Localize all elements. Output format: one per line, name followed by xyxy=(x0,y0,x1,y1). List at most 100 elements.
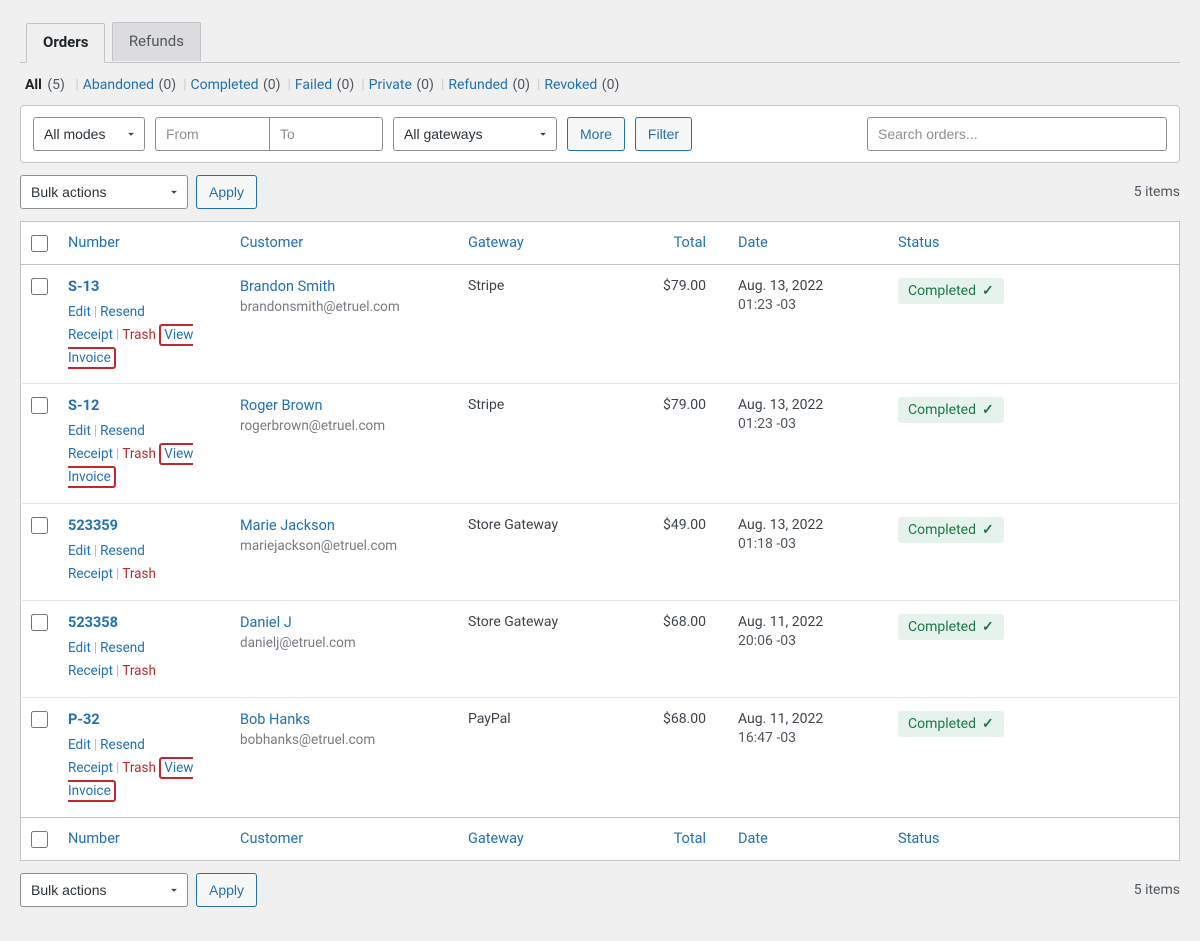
customer-email: danielj@etruel.com xyxy=(240,635,448,651)
row-checkbox[interactable] xyxy=(31,711,48,728)
more-button[interactable]: More xyxy=(567,117,625,151)
order-number[interactable]: 523358 xyxy=(68,614,118,631)
trash-link[interactable]: Trash xyxy=(122,446,156,462)
date-from-input[interactable] xyxy=(155,117,269,151)
col-date[interactable]: Date xyxy=(728,222,888,265)
customer-name[interactable]: Brandon Smith xyxy=(240,278,335,295)
tab-refunds[interactable]: Refunds xyxy=(112,22,201,61)
col-status-foot[interactable]: Status xyxy=(888,817,1180,860)
row-actions: Edit|Resend Receipt|Trash xyxy=(68,637,218,683)
select-all-top[interactable] xyxy=(31,235,48,252)
row-actions: Edit|Resend Receipt|Trash xyxy=(68,540,218,586)
order-number[interactable]: S-12 xyxy=(68,397,99,414)
filter-toolbar: All modes All gateways More Filter xyxy=(20,105,1180,163)
apply-button-bottom[interactable]: Apply xyxy=(196,873,257,907)
trash-link[interactable]: Trash xyxy=(122,663,156,679)
filter-count: (0) xyxy=(602,77,620,93)
edit-link[interactable]: Edit xyxy=(68,737,91,753)
tablenav-bottom: Bulk actions Apply 5 items xyxy=(20,873,1180,907)
order-number[interactable]: P-32 xyxy=(68,711,100,728)
row-actions: Edit|Resend Receipt|Trash View Invoice xyxy=(68,734,218,803)
date-cell: Aug. 13, 202201:23 -03 xyxy=(728,264,888,384)
filter-count: (0) xyxy=(512,77,530,93)
trash-link[interactable]: Trash xyxy=(122,760,156,776)
filter-link[interactable]: Abandoned xyxy=(83,77,154,93)
col-total[interactable]: Total xyxy=(628,222,728,265)
tablenav-top: Bulk actions Apply 5 items xyxy=(20,175,1180,209)
table-row: P-32 Edit|Resend Receipt|Trash View Invoi… xyxy=(21,698,1180,818)
select-all-bottom[interactable] xyxy=(31,831,48,848)
filter-count: (0) xyxy=(337,77,355,93)
total-cell: $68.00 xyxy=(628,601,728,698)
date-cell: Aug. 11, 202216:47 -03 xyxy=(728,698,888,818)
filter-count: (0) xyxy=(416,77,434,93)
gateway-cell: Stripe xyxy=(458,264,628,384)
check-icon: ✓ xyxy=(982,402,994,418)
filter-link[interactable]: Private xyxy=(369,77,412,93)
edit-link[interactable]: Edit xyxy=(68,640,91,656)
gateways-select[interactable]: All gateways xyxy=(393,117,557,151)
date-cell: Aug. 13, 202201:18 -03 xyxy=(728,504,888,601)
customer-email: brandonsmith@etruel.com xyxy=(240,299,448,315)
search-input[interactable] xyxy=(867,117,1167,151)
edit-link[interactable]: Edit xyxy=(68,543,91,559)
total-cell: $49.00 xyxy=(628,504,728,601)
filter-link[interactable]: Failed xyxy=(295,77,332,93)
date-cell: Aug. 13, 202201:23 -03 xyxy=(728,384,888,504)
bulk-actions-select-bottom[interactable]: Bulk actions xyxy=(20,873,188,907)
customer-email: mariejackson@etruel.com xyxy=(240,538,448,554)
edit-link[interactable]: Edit xyxy=(68,423,91,439)
trash-link[interactable]: Trash xyxy=(122,327,156,343)
table-row: S-13 Edit|Resend Receipt|Trash View Invoi… xyxy=(21,264,1180,384)
total-cell: $79.00 xyxy=(628,264,728,384)
date-to-input[interactable] xyxy=(269,117,383,151)
row-checkbox[interactable] xyxy=(31,614,48,631)
customer-name[interactable]: Roger Brown xyxy=(240,397,323,414)
customer-email: rogerbrown@etruel.com xyxy=(240,418,448,434)
col-number-foot[interactable]: Number xyxy=(58,817,230,860)
gateway-cell: Stripe xyxy=(458,384,628,504)
check-icon: ✓ xyxy=(982,716,994,732)
col-date-foot[interactable]: Date xyxy=(728,817,888,860)
filter-link[interactable]: Revoked xyxy=(544,77,597,93)
col-total-foot[interactable]: Total xyxy=(628,817,728,860)
row-checkbox[interactable] xyxy=(31,278,48,295)
filter-link[interactable]: Completed xyxy=(191,77,259,93)
bulk-actions-select-top[interactable]: Bulk actions xyxy=(20,175,188,209)
total-cell: $79.00 xyxy=(628,384,728,504)
filter-link[interactable]: Refunded xyxy=(448,77,508,93)
edit-link[interactable]: Edit xyxy=(68,304,91,320)
col-gateway[interactable]: Gateway xyxy=(458,222,628,265)
modes-select[interactable]: All modes xyxy=(33,117,145,151)
col-customer-foot[interactable]: Customer xyxy=(230,817,458,860)
filter-all-count: (5) xyxy=(47,77,65,93)
status-badge: Completed ✓ xyxy=(898,397,1004,423)
customer-name[interactable]: Daniel J xyxy=(240,614,292,631)
items-count-bottom: 5 items xyxy=(1134,882,1180,898)
col-gateway-foot[interactable]: Gateway xyxy=(458,817,628,860)
order-number[interactable]: S-13 xyxy=(68,278,99,295)
items-count-top: 5 items xyxy=(1134,184,1180,200)
customer-name[interactable]: Bob Hanks xyxy=(240,711,310,728)
trash-link[interactable]: Trash xyxy=(122,566,156,582)
table-row: 523359 Edit|Resend Receipt|Trash Marie Jac… xyxy=(21,504,1180,601)
row-actions: Edit|Resend Receipt|Trash View Invoice xyxy=(68,301,218,370)
table-row: S-12 Edit|Resend Receipt|Trash View Invoi… xyxy=(21,384,1180,504)
apply-button-top[interactable]: Apply xyxy=(196,175,257,209)
row-checkbox[interactable] xyxy=(31,517,48,534)
row-checkbox[interactable] xyxy=(31,397,48,414)
gateway-cell: Store Gateway xyxy=(458,601,628,698)
status-badge: Completed ✓ xyxy=(898,614,1004,640)
filter-button[interactable]: Filter xyxy=(635,117,692,151)
row-actions: Edit|Resend Receipt|Trash View Invoice xyxy=(68,420,218,489)
filter-count: (0) xyxy=(263,77,281,93)
col-number[interactable]: Number xyxy=(58,222,230,265)
table-row: 523358 Edit|Resend Receipt|Trash Daniel J d… xyxy=(21,601,1180,698)
col-customer[interactable]: Customer xyxy=(230,222,458,265)
orders-table: Number Customer Gateway Total Date Statu… xyxy=(20,221,1180,861)
tab-orders[interactable]: Orders xyxy=(26,23,105,63)
filter-all[interactable]: All xyxy=(25,77,42,93)
customer-name[interactable]: Marie Jackson xyxy=(240,517,335,534)
order-number[interactable]: 523359 xyxy=(68,517,118,534)
col-status[interactable]: Status xyxy=(888,222,1180,265)
